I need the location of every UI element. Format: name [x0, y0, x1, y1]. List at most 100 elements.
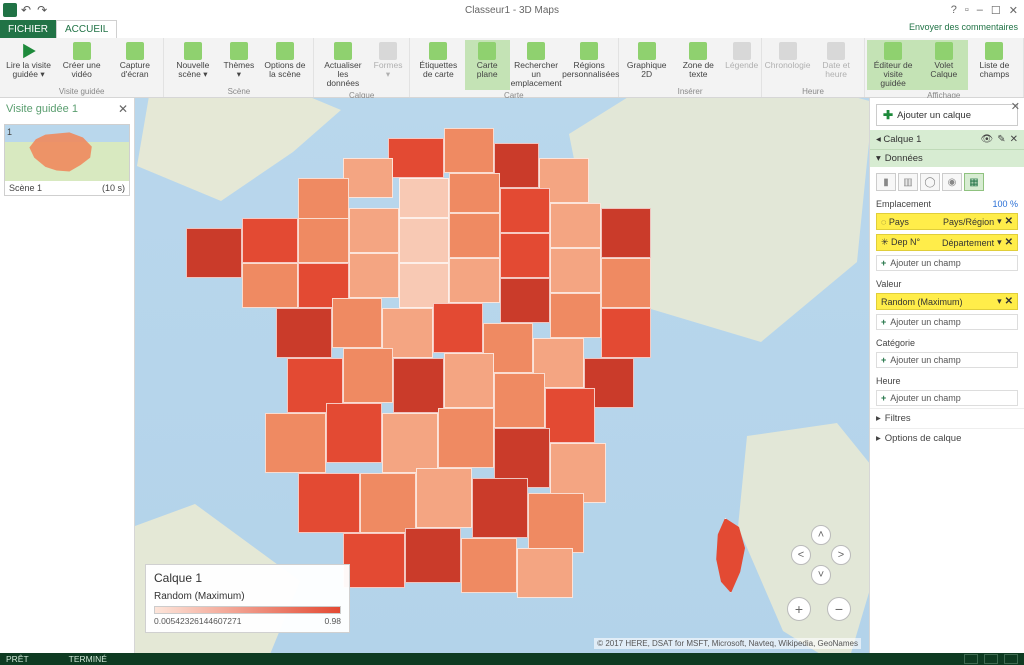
- map-canvas[interactable]: Calque 1 Random (Maximum) 0.005423261446…: [135, 98, 869, 653]
- refresh-data-button[interactable]: Actualiser les données: [316, 40, 369, 90]
- add-category-field[interactable]: +Ajouter un champ: [876, 352, 1018, 368]
- new-scene-button[interactable]: Nouvelle scène ▾: [166, 40, 219, 86]
- app-icon: [3, 3, 17, 17]
- window-title: Classeur1 - 3D Maps: [465, 5, 559, 16]
- minimize-button[interactable]: –: [977, 4, 983, 16]
- display-options-button[interactable]: ▫: [965, 4, 969, 16]
- tab-home[interactable]: ACCUEIL: [56, 20, 117, 38]
- statusbar-view2-icon[interactable]: [984, 654, 998, 664]
- viz-column-icon[interactable]: ▮: [876, 173, 896, 191]
- chart2d-button[interactable]: Graphique 2D: [621, 40, 673, 86]
- visibility-icon[interactable]: 👁: [981, 134, 994, 145]
- legend-button: Légende: [724, 40, 760, 86]
- remove-field-icon[interactable]: ✕: [1005, 296, 1013, 307]
- viz-bubble-icon[interactable]: ◯: [920, 173, 940, 191]
- scene-thumbnail[interactable]: 1 Scène 1 (10 s): [4, 124, 130, 196]
- zoom-in-button[interactable]: +: [787, 597, 811, 621]
- legend-icon: [733, 42, 751, 60]
- viz-heat-icon[interactable]: ◉: [942, 173, 962, 191]
- legend-gradient: [154, 606, 341, 614]
- tour-editor-button[interactable]: Éditeur de visite guidée: [867, 40, 920, 90]
- close-window-button[interactable]: ✕: [1009, 4, 1018, 17]
- location-confidence[interactable]: 100 %: [992, 199, 1018, 209]
- ribbon-group-time: Heure: [764, 86, 861, 97]
- timeline-icon: [779, 42, 797, 60]
- play-tour-button[interactable]: Lire la visite guidée ▾: [2, 40, 55, 86]
- layer-header[interactable]: ◂ Calque 1 👁 ✎ ✕: [870, 130, 1024, 149]
- pan-up-button[interactable]: ˄: [811, 525, 831, 545]
- map-zoom-controls: + −: [787, 597, 851, 621]
- send-feedback-link[interactable]: Envoyer des commentaires: [903, 20, 1024, 38]
- statusbar-view1-icon[interactable]: [964, 654, 978, 664]
- category-label: Catégorie: [870, 332, 1024, 350]
- title-bar: ↶ ↷ Classeur1 - 3D Maps ? ▫ – ☐ ✕: [0, 0, 1024, 20]
- pin-icon: [527, 42, 545, 60]
- datetime-button: Date et heure: [811, 40, 862, 86]
- france-choropleth: [175, 118, 735, 618]
- video-icon: [73, 42, 91, 60]
- shapes-button: Formes ▾: [369, 40, 406, 90]
- viz-clustered-icon[interactable]: ▥: [898, 173, 918, 191]
- custom-regions-button[interactable]: Régions personnalisées: [563, 40, 616, 90]
- map-labels-button[interactable]: Étiquettes de carte: [412, 40, 465, 90]
- zoom-out-button[interactable]: −: [827, 597, 851, 621]
- textbox-button[interactable]: Zone de texte: [673, 40, 724, 86]
- play-icon: [20, 42, 38, 60]
- scene-preview: [5, 125, 129, 181]
- viz-region-icon[interactable]: ▦: [964, 173, 984, 191]
- map-attribution: © 2017 HERE, DSAT for MSFT, Microsoft, N…: [594, 638, 861, 649]
- time-label: Heure: [870, 370, 1024, 388]
- pan-right-button[interactable]: ˃: [831, 545, 851, 565]
- remove-field-icon[interactable]: ✕: [1005, 237, 1013, 248]
- field-list-button[interactable]: Liste de champs: [968, 40, 1021, 90]
- maximize-button[interactable]: ☐: [991, 4, 1001, 17]
- map-legend[interactable]: Calque 1 Random (Maximum) 0.005423261446…: [145, 564, 350, 633]
- timeline-button: Chronologie: [764, 40, 810, 86]
- field-country[interactable]: ◌ Pays Pays/Région ▾ ✕: [876, 213, 1018, 230]
- legend-min: 0.00542326144607271: [154, 616, 241, 626]
- legend-max: 0.98: [324, 616, 341, 626]
- add-location-field[interactable]: +Ajouter un champ: [876, 255, 1018, 271]
- statusbar-view3-icon[interactable]: [1004, 654, 1018, 664]
- ribbon-group-insert: Insérer: [621, 86, 760, 97]
- globe-icon: [230, 42, 248, 60]
- regions-icon: [580, 42, 598, 60]
- redo-button[interactable]: ↷: [35, 3, 49, 17]
- find-location-button[interactable]: Rechercher un emplacement: [510, 40, 563, 90]
- legend-layer-name: Calque 1: [154, 571, 341, 585]
- tour-editor-icon: [884, 42, 902, 60]
- edit-icon[interactable]: ✎: [997, 134, 1005, 145]
- field-value[interactable]: Random (Maximum) ▾ ✕: [876, 293, 1018, 310]
- layer-pane-button[interactable]: Volet Calque: [920, 40, 968, 90]
- section-layer-options[interactable]: ▸ Options de calque: [870, 428, 1024, 448]
- tour-panel: Visite guidée 1 ✕ 1 Scène 1 (10 s): [0, 98, 135, 653]
- pan-down-button[interactable]: ˅: [811, 565, 831, 585]
- status-bar: PRÊT TERMINÉ: [0, 653, 1024, 665]
- section-data[interactable]: ▾ Données: [870, 149, 1024, 167]
- themes-button[interactable]: Thèmes ▾: [219, 40, 258, 86]
- delete-layer-icon[interactable]: ✕: [1010, 134, 1018, 145]
- pan-left-button[interactable]: ˂: [791, 545, 811, 565]
- chart-icon: [638, 42, 656, 60]
- scene-options-button[interactable]: Options de la scène: [258, 40, 311, 86]
- section-filters[interactable]: ▸ Filtres: [870, 408, 1024, 428]
- add-layer-button[interactable]: ✚ Ajouter un calque: [876, 104, 1018, 126]
- add-layer-label: Ajouter un calque: [897, 110, 971, 121]
- help-button[interactable]: ?: [951, 4, 957, 16]
- ribbon: Lire la visite guidée ▾ Créer une vidéo …: [0, 38, 1024, 98]
- create-video-button[interactable]: Créer une vidéo: [55, 40, 108, 86]
- undo-button[interactable]: ↶: [19, 3, 33, 17]
- layer-name: Calque 1: [883, 134, 921, 145]
- legend-metric: Random (Maximum): [154, 591, 341, 602]
- ribbon-group-scene: Scène: [166, 86, 311, 97]
- layer-panel-close-icon[interactable]: ✕: [1011, 100, 1020, 113]
- add-time-field[interactable]: +Ajouter un champ: [876, 390, 1018, 406]
- screenshot-button[interactable]: Capture d'écran: [108, 40, 161, 86]
- tour-panel-close-icon[interactable]: ✕: [118, 102, 128, 116]
- remove-field-icon[interactable]: ✕: [1005, 216, 1013, 227]
- textbox-icon: [689, 42, 707, 60]
- flat-map-button[interactable]: Carte plane: [465, 40, 510, 90]
- add-value-field[interactable]: +Ajouter un champ: [876, 314, 1018, 330]
- field-department[interactable]: ✳ Dep N° Département ▾ ✕: [876, 234, 1018, 251]
- tab-file[interactable]: FICHIER: [0, 20, 56, 38]
